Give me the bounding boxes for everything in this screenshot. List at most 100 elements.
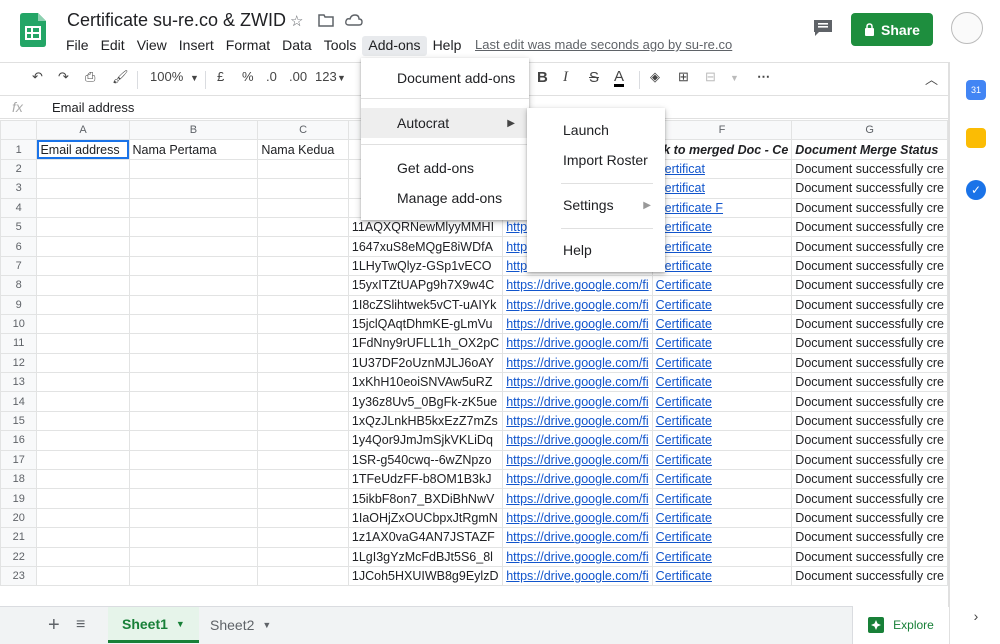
table-cell[interactable]: https://drive.google.com/fi (502, 527, 653, 548)
chevron-down-icon[interactable]: ▼ (176, 619, 185, 629)
table-cell[interactable]: Certificate (651, 410, 793, 432)
table-cell[interactable]: Certificate (651, 294, 793, 315)
row-header[interactable]: 11 (0, 333, 38, 354)
table-cell[interactable]: Document successfully cre (791, 565, 948, 587)
table-cell[interactable]: 15ikbF8on7_BXDiBhNwV (347, 488, 504, 509)
table-cell[interactable] (128, 294, 259, 315)
document-title[interactable]: Certificate su-re.co & ZWID (67, 10, 286, 31)
table-cell[interactable] (36, 391, 130, 412)
table-cell[interactable] (128, 216, 259, 238)
table-cell[interactable]: https://drive.google.com/fi (502, 546, 653, 567)
table-cell[interactable] (257, 469, 349, 490)
row-header[interactable]: 10 (0, 313, 38, 335)
menu-file[interactable]: File (60, 36, 95, 56)
table-cell[interactable]: 1I8cZSlihtwek5vCT-uAIYk (347, 294, 504, 315)
percent-format-button[interactable]: % (242, 69, 254, 84)
last-edit-link[interactable]: Last edit was made seconds ago by su-re.… (475, 37, 732, 52)
row-header[interactable]: 17 (0, 449, 38, 471)
table-cell[interactable]: https://drive.google.com/fi (502, 333, 653, 354)
chevron-down-icon[interactable]: ▼ (262, 620, 271, 630)
menu-document-addons[interactable]: Document add-ons (361, 63, 529, 93)
row-header[interactable]: 8 (0, 275, 38, 296)
table-cell[interactable] (128, 488, 259, 509)
star-icon[interactable]: ☆ (290, 12, 303, 30)
table-cell[interactable] (36, 158, 130, 180)
table-cell[interactable]: 1U37DF2oUznMJLJ6oAY (347, 352, 504, 374)
table-cell[interactable] (257, 197, 349, 218)
table-cell[interactable]: https://drive.google.com/fi (502, 313, 653, 335)
table-cell[interactable]: Document successfully cre (791, 294, 948, 315)
all-sheets-icon[interactable]: ≡ (62, 607, 99, 643)
row-header[interactable]: 14 (0, 391, 38, 412)
table-cell[interactable] (128, 158, 259, 180)
column-header[interactable]: F (651, 120, 793, 141)
table-cell[interactable]: 1xQzJLnkHB5kxEzZ7mZs (347, 410, 504, 432)
column-header[interactable]: B (128, 120, 259, 141)
row-header[interactable]: 16 (0, 430, 38, 451)
table-cell[interactable]: Certificat (651, 178, 793, 199)
row-header[interactable]: 5 (0, 216, 38, 238)
merge-cells-icon[interactable]: ⊟ (705, 69, 716, 85)
menu-data[interactable]: Data (276, 36, 318, 56)
table-cell[interactable] (128, 333, 259, 354)
row-header[interactable]: 19 (0, 488, 38, 509)
table-cell[interactable] (128, 507, 259, 529)
column-header[interactable]: C (257, 120, 349, 141)
table-cell[interactable]: 15yxITZtUAPg9h7X9w4C (347, 275, 504, 296)
table-cell[interactable] (257, 372, 349, 393)
text-color-icon[interactable]: A (614, 69, 625, 87)
table-cell[interactable] (257, 275, 349, 296)
share-button[interactable]: Share (851, 13, 933, 46)
strikethrough-icon[interactable]: S (589, 69, 599, 86)
menu-get-addons[interactable]: Get add-ons (361, 153, 529, 183)
table-cell[interactable]: Document successfully cre (791, 410, 948, 432)
row-header[interactable]: 18 (0, 469, 38, 490)
table-cell[interactable] (257, 178, 349, 199)
column-header[interactable]: G (791, 120, 948, 141)
table-cell[interactable]: Certificate (651, 352, 793, 374)
row-header[interactable]: 7 (0, 255, 38, 277)
table-cell[interactable]: https://drive.google.com/fi (502, 391, 653, 412)
table-cell[interactable] (36, 275, 130, 296)
menu-view[interactable]: View (131, 36, 173, 56)
table-cell[interactable]: 1FdNny9rUFLL1h_OX2pC (347, 333, 504, 354)
table-cell[interactable]: 11AQXQRNewMlyyMMHI (347, 216, 504, 238)
menu-manage-addons[interactable]: Manage add-ons (361, 183, 529, 213)
table-cell[interactable] (257, 546, 349, 567)
table-cell[interactable]: Document successfully cre (791, 372, 948, 393)
table-cell[interactable]: Certificate (651, 313, 793, 335)
table-cell[interactable] (36, 546, 130, 567)
table-cell[interactable]: Certificate (651, 372, 793, 393)
table-cell[interactable]: Document successfully cre (791, 527, 948, 548)
table-cell[interactable]: 15jclQAqtDhmKE-gLmVu (347, 313, 504, 335)
sheets-logo-icon[interactable] (20, 13, 46, 47)
cell-nama-pertama-header[interactable]: Nama Pertama (128, 139, 259, 160)
decrease-decimal-button[interactable]: .0 (266, 69, 277, 84)
table-cell[interactable]: Certificate (651, 527, 793, 548)
move-folder-icon[interactable] (318, 13, 334, 27)
collapse-toolbar-icon[interactable]: ︿ (925, 69, 938, 88)
table-cell[interactable] (128, 430, 259, 451)
menu-format[interactable]: Format (220, 36, 276, 56)
table-cell[interactable]: Certificate (651, 507, 793, 529)
table-cell[interactable] (257, 294, 349, 315)
table-cell[interactable]: Certificate (651, 333, 793, 354)
more-options-icon[interactable]: ⋯ (757, 69, 770, 85)
table-cell[interactable] (257, 488, 349, 509)
table-cell[interactable]: Document successfully cre (791, 333, 948, 354)
cell-link-merged-header[interactable]: nk to merged Doc - Ce (651, 139, 793, 160)
zoom-select[interactable]: 100% (150, 69, 183, 84)
row-header[interactable]: 21 (0, 527, 38, 548)
table-cell[interactable] (257, 527, 349, 548)
cloud-saved-icon[interactable] (345, 14, 363, 26)
currency-format-button[interactable]: £ (217, 69, 224, 84)
table-cell[interactable]: Document successfully cre (791, 449, 948, 471)
table-cell[interactable]: Certificate (651, 469, 793, 490)
menu-addons[interactable]: Add-ons (362, 36, 427, 56)
row-header[interactable]: 1 (0, 139, 38, 160)
table-cell[interactable] (36, 527, 130, 548)
table-cell[interactable]: Document successfully cre (791, 546, 948, 567)
table-cell[interactable]: 1IaOHjZxOUCbpxJtRgmN (347, 507, 504, 529)
italic-icon[interactable]: I (563, 69, 568, 86)
explore-button[interactable]: Explore (852, 606, 948, 644)
